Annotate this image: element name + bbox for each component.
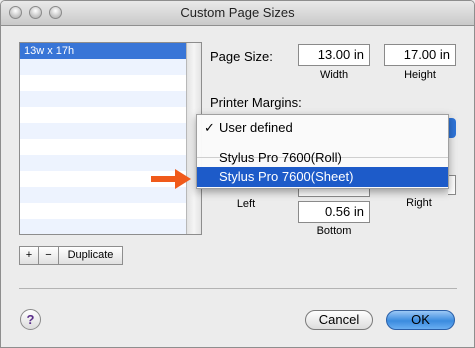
- top-margin-field[interactable]: [298, 188, 370, 197]
- page-size-list[interactable]: 13w x 17h: [19, 42, 202, 235]
- left-margin-caption: Left: [236, 198, 256, 210]
- list-row-empty: [20, 59, 187, 75]
- add-size-button[interactable]: +: [19, 246, 39, 265]
- right-margin-field[interactable]: [448, 175, 456, 195]
- list-row-empty: [20, 219, 187, 234]
- menu-item-label: User defined: [219, 120, 293, 135]
- menu-item-label: Stylus Pro 7600(Sheet): [219, 169, 354, 184]
- bottom-margin-caption: Bottom: [316, 225, 352, 237]
- list-row-empty: [20, 91, 187, 107]
- list-row-empty: [20, 123, 187, 139]
- checkmark-icon: ✓: [204, 120, 215, 135]
- menu-item-stylus-sheet[interactable]: Stylus Pro 7600(Sheet): [197, 167, 448, 187]
- height-caption: Height: [404, 69, 436, 81]
- printer-margins-menu: ✓ User defined Stylus Pro 7600(Roll) Sty…: [196, 114, 449, 189]
- page-size-list-rows: 13w x 17h: [20, 43, 187, 234]
- cancel-button[interactable]: Cancel: [305, 310, 373, 330]
- bottom-margin-field[interactable]: 0.56 in: [298, 201, 370, 223]
- window-title: Custom Page Sizes: [180, 5, 295, 20]
- help-button[interactable]: ?: [20, 309, 41, 330]
- width-caption: Width: [319, 69, 349, 81]
- divider: [19, 288, 457, 289]
- duplicate-button[interactable]: Duplicate: [59, 246, 123, 265]
- list-row-empty: [20, 139, 187, 155]
- list-row-empty: [20, 107, 187, 123]
- page-size-label: Page Size:: [210, 49, 273, 64]
- page-width-field[interactable]: 13.00 in: [298, 44, 370, 66]
- menu-item-label: Stylus Pro 7600(Roll): [219, 150, 342, 165]
- ok-button[interactable]: OK: [386, 310, 455, 330]
- margins-popup-edge[interactable]: [448, 118, 456, 138]
- page-height-field[interactable]: 17.00 in: [384, 44, 456, 66]
- list-button-group: + − Duplicate: [19, 246, 123, 265]
- menu-item-user-defined[interactable]: ✓ User defined: [197, 118, 448, 138]
- remove-size-button[interactable]: −: [39, 246, 59, 265]
- list-item[interactable]: 13w x 17h: [20, 43, 187, 59]
- printer-margins-label: Printer Margins:: [210, 95, 302, 110]
- menu-item-stylus-roll[interactable]: Stylus Pro 7600(Roll): [197, 148, 448, 168]
- custom-page-sizes-dialog: Custom Page Sizes 13w x 17h + − Duplicat…: [0, 0, 475, 348]
- list-row-empty: [20, 203, 187, 219]
- title-bar: Custom Page Sizes: [1, 1, 474, 26]
- list-row-empty: [20, 75, 187, 91]
- right-margin-caption: Right: [406, 197, 432, 209]
- orange-arrow-icon: [151, 169, 191, 189]
